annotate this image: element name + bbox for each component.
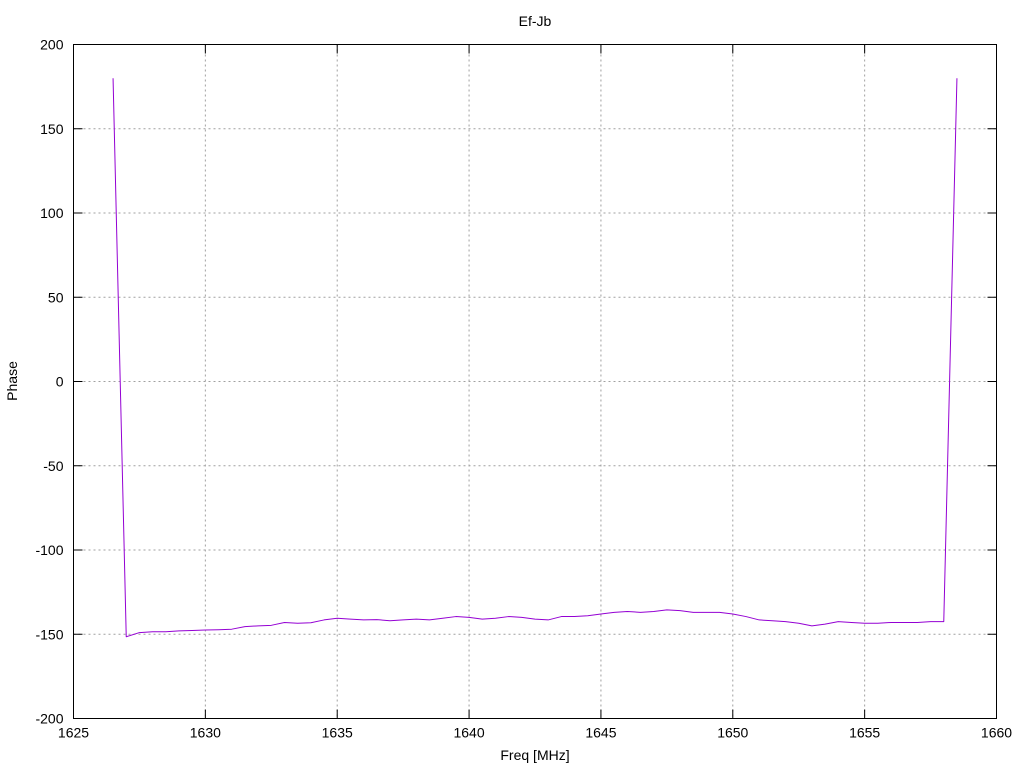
y-tick-label: 50 xyxy=(48,289,64,305)
y-axis-label: Phase xyxy=(4,361,20,401)
y-tick-label: -200 xyxy=(35,711,63,727)
chart-background xyxy=(0,0,1024,768)
y-tick-label: 150 xyxy=(40,121,64,137)
phase-chart: 1625 1630 1635 1640 1645 1650 1655 1660 -200 -150… xyxy=(0,0,1024,768)
y-tick-label: 0 xyxy=(56,374,64,390)
x-tick-label: 1650 xyxy=(717,725,748,741)
x-tick-label: 1630 xyxy=(190,725,221,741)
y-tick-label: 100 xyxy=(40,205,64,221)
x-tick-label: 1655 xyxy=(849,725,880,741)
x-tick-label: 1645 xyxy=(585,725,616,741)
x-tick-label: 1635 xyxy=(322,725,353,741)
x-tick-label: 1625 xyxy=(58,725,89,741)
y-tick-label: -100 xyxy=(35,542,63,558)
y-tick-label: 200 xyxy=(40,37,64,53)
x-tick-label: 1660 xyxy=(981,725,1012,741)
x-axis-label: Freq [MHz] xyxy=(500,747,569,763)
x-tick-label: 1640 xyxy=(453,725,484,741)
y-tick-label: -50 xyxy=(43,458,63,474)
chart-title: Ef-Jb xyxy=(519,13,552,29)
y-tick-label: -150 xyxy=(35,626,63,642)
